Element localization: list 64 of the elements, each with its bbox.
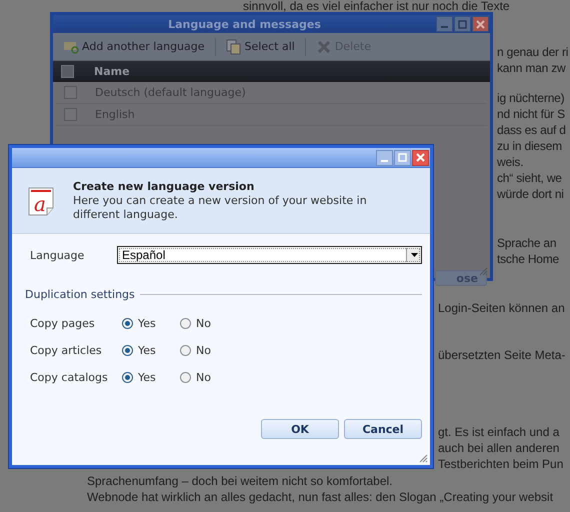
article-text: übersetzten Seite Meta- [438, 347, 566, 363]
dialog-button[interactable]: OK [261, 419, 339, 439]
minimize-icon [441, 26, 448, 28]
radio-button[interactable] [180, 318, 191, 329]
field-label: Language [30, 248, 86, 262]
radio-button[interactable] [122, 372, 133, 383]
maximize-icon [398, 153, 407, 162]
minimize-icon [381, 160, 388, 162]
radio-label[interactable]: No [196, 317, 211, 330]
maximize-button[interactable] [454, 16, 471, 32]
article-text: tsche Home [497, 251, 560, 267]
dialog-description: Here you can create a new version of your website in different language. [73, 194, 368, 222]
article-text: ch“ sieht, we [497, 170, 562, 186]
article-text: Sprachenumfang – doch bei weitem nicht so komfortabel. [87, 473, 393, 489]
close-icon [416, 153, 425, 162]
dialog-button[interactable]: Cancel [344, 419, 422, 439]
window-title: Language and messages [167, 18, 322, 30]
article-text: Sprache an [497, 235, 556, 251]
dropdown-arrow-icon [410, 253, 418, 257]
column-header: Name [94, 65, 130, 78]
resize-grip-icon [479, 267, 488, 276]
logo-letter: a [34, 194, 46, 214]
minimize-button[interactable] [436, 16, 453, 32]
maximize-icon [458, 20, 467, 28]
option-label: Copy pages [30, 317, 96, 330]
select-all-checkbox[interactable] [61, 65, 74, 78]
close-icon [476, 20, 485, 28]
radio-label[interactable]: Yes [138, 371, 156, 384]
maximize-button[interactable] [394, 150, 411, 166]
section-title: Duplication settings [25, 288, 135, 301]
article-text: n genau der ri [497, 44, 568, 60]
article-text: kann man zw [497, 60, 566, 76]
minimize-button[interactable] [376, 150, 393, 166]
article-text: dass es auf d [497, 122, 566, 138]
radio-label[interactable]: No [196, 371, 211, 384]
delete-icon [316, 38, 332, 54]
radio-button[interactable] [180, 345, 191, 356]
article-text: auch bei allen anderen [438, 440, 560, 456]
close-button[interactable] [472, 16, 489, 32]
article-text: gt. Es ist einfach und a [438, 424, 560, 440]
language-dropdown[interactable]: Español [117, 246, 422, 264]
article-text: Webnode hat wirklich an alles gedacht, nun fast alles: den Slogan „Creating your websit [87, 489, 554, 505]
article-text: nd nicht für S [497, 106, 565, 122]
radio-button[interactable] [122, 345, 133, 356]
radio-button[interactable] [122, 318, 133, 329]
radio-button[interactable] [180, 372, 191, 383]
row-checkbox[interactable] [64, 86, 77, 99]
article-text: sinnvoll, da es viel einfacher ist nur noch die Texte [243, 0, 510, 14]
article-text: würde dort ni [497, 186, 564, 202]
radio-label[interactable]: No [196, 344, 211, 357]
article-text: zu in diesem [497, 138, 562, 154]
radio-label[interactable]: Yes [138, 317, 156, 330]
article-text: Testberichten beim Pun [438, 456, 564, 472]
article-text: weis. [497, 154, 524, 170]
radio-label[interactable]: Yes [138, 344, 156, 357]
article-text: ig nüchterne) [497, 90, 564, 106]
article-text: Login-Seiten können an [438, 300, 565, 316]
documents-icon [226, 38, 242, 54]
resize-grip-icon [419, 454, 428, 463]
dialog-heading: Create new language version [73, 180, 256, 192]
row-checkbox[interactable] [64, 108, 77, 121]
option-label: Copy articles [30, 344, 103, 357]
option-label: Copy catalogs [30, 371, 109, 384]
close-button[interactable] [412, 150, 429, 166]
